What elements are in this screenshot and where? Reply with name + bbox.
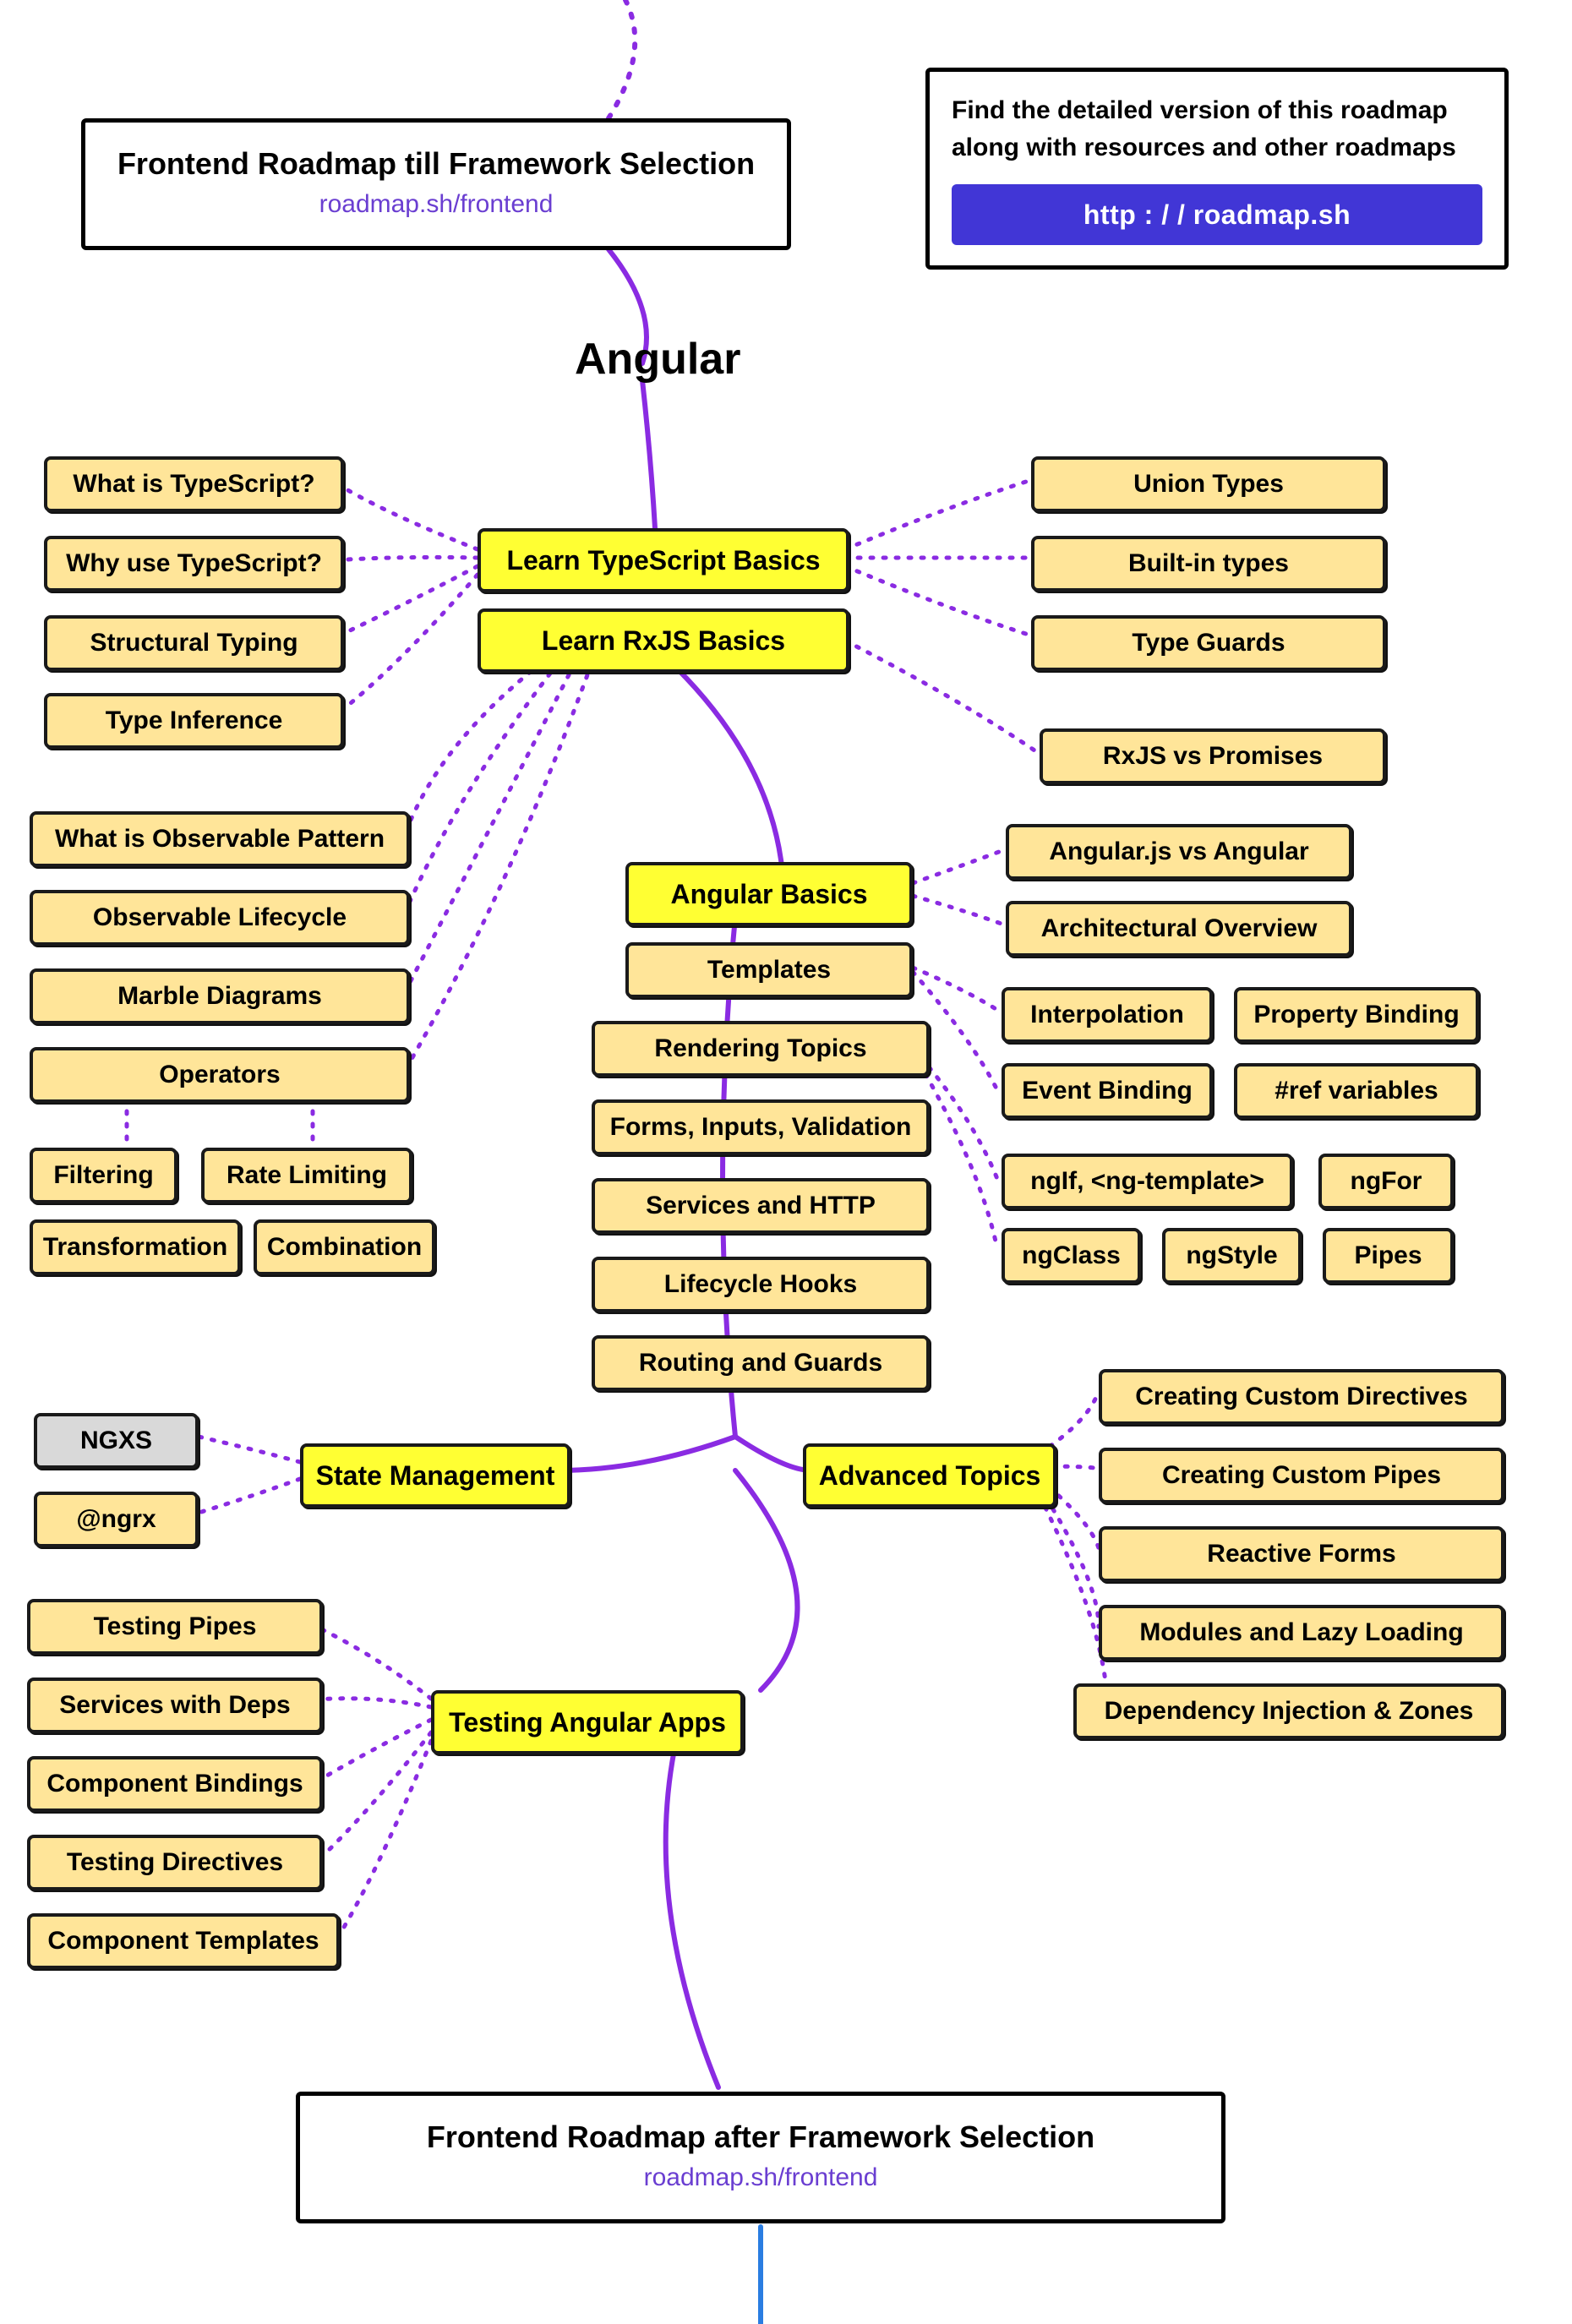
node-ng-rendering[interactable]: Rendering Topics bbox=[592, 1021, 930, 1077]
node-ng-lifecycle[interactable]: Lifecycle Hooks bbox=[592, 1257, 930, 1312]
node-ng-ngfor[interactable]: ngFor bbox=[1318, 1154, 1454, 1209]
page-title: Angular bbox=[575, 334, 740, 385]
promo-link-button[interactable]: http : / / roadmap.sh bbox=[952, 184, 1482, 245]
node-advanced[interactable]: Advanced Topics bbox=[803, 1443, 1056, 1508]
bottom-card[interactable]: Frontend Roadmap after Framework Selecti… bbox=[296, 2092, 1225, 2223]
node-ng-ngstyle[interactable]: ngStyle bbox=[1162, 1228, 1302, 1284]
node-op-combination[interactable]: Combination bbox=[254, 1219, 435, 1275]
node-test-directives[interactable]: Testing Directives bbox=[27, 1835, 323, 1890]
node-ts-union[interactable]: Union Types bbox=[1031, 456, 1386, 512]
node-ng-refvars[interactable]: #ref variables bbox=[1234, 1063, 1479, 1119]
promo-text-line2: along with resources and other roadmaps bbox=[952, 129, 1482, 166]
roadmap-stage: Frontend Roadmap till Framework Selectio… bbox=[0, 0, 1572, 2324]
node-ng-forms[interactable]: Forms, Inputs, Validation bbox=[592, 1099, 930, 1155]
node-rx-operators[interactable]: Operators bbox=[30, 1047, 410, 1103]
node-op-transform[interactable]: Transformation bbox=[30, 1219, 241, 1275]
node-ts-what[interactable]: What is TypeScript? bbox=[44, 456, 344, 512]
node-ng-arch[interactable]: Architectural Overview bbox=[1006, 901, 1352, 957]
top-card-title: Frontend Roadmap till Framework Selectio… bbox=[112, 146, 760, 182]
node-rx-marble[interactable]: Marble Diagrams bbox=[30, 968, 410, 1024]
node-ng-routing[interactable]: Routing and Guards bbox=[592, 1335, 930, 1391]
bottom-card-sub: roadmap.sh/frontend bbox=[327, 2163, 1194, 2192]
node-ng-interpolation[interactable]: Interpolation bbox=[1002, 987, 1213, 1043]
node-op-ratelimiting[interactable]: Rate Limiting bbox=[201, 1148, 412, 1203]
node-ng-ngclass[interactable]: ngClass bbox=[1002, 1228, 1141, 1284]
node-adv-modules[interactable]: Modules and Lazy Loading bbox=[1099, 1605, 1504, 1661]
node-ng-propbinding[interactable]: Property Binding bbox=[1234, 987, 1479, 1043]
node-ng-templates[interactable]: Templates bbox=[625, 942, 913, 998]
node-ts-basics[interactable]: Learn TypeScript Basics bbox=[478, 528, 849, 592]
promo-box: Find the detailed version of this roadma… bbox=[925, 68, 1509, 270]
node-adv-directives[interactable]: Creating Custom Directives bbox=[1099, 1369, 1504, 1425]
node-test-pipes[interactable]: Testing Pipes bbox=[27, 1599, 323, 1655]
node-ng-pipes[interactable]: Pipes bbox=[1323, 1228, 1454, 1284]
node-op-filtering[interactable]: Filtering bbox=[30, 1148, 177, 1203]
node-test-bindings[interactable]: Component Bindings bbox=[27, 1756, 323, 1812]
node-adv-pipes[interactable]: Creating Custom Pipes bbox=[1099, 1448, 1504, 1503]
top-card-sub: roadmap.sh/frontend bbox=[112, 190, 760, 219]
node-testing[interactable]: Testing Angular Apps bbox=[431, 1690, 744, 1754]
node-rx-basics[interactable]: Learn RxJS Basics bbox=[478, 608, 849, 673]
top-card[interactable]: Frontend Roadmap till Framework Selectio… bbox=[81, 118, 791, 250]
node-ng-ngif[interactable]: ngIf, <ng-template> bbox=[1002, 1154, 1293, 1209]
node-ng-basics[interactable]: Angular Basics bbox=[625, 862, 913, 926]
node-ts-guards[interactable]: Type Guards bbox=[1031, 615, 1386, 671]
node-test-services[interactable]: Services with Deps bbox=[27, 1678, 323, 1733]
promo-text-line1: Find the detailed version of this roadma… bbox=[952, 92, 1482, 129]
node-state[interactable]: State Management bbox=[300, 1443, 570, 1508]
node-rx-observable-pattern[interactable]: What is Observable Pattern bbox=[30, 811, 410, 867]
node-state-ngrx[interactable]: @ngrx bbox=[34, 1492, 199, 1547]
node-ts-inference[interactable]: Type Inference bbox=[44, 693, 344, 749]
node-ts-why[interactable]: Why use TypeScript? bbox=[44, 536, 344, 592]
node-ts-structural[interactable]: Structural Typing bbox=[44, 615, 344, 671]
node-ts-builtin[interactable]: Built-in types bbox=[1031, 536, 1386, 592]
bottom-card-title: Frontend Roadmap after Framework Selecti… bbox=[327, 2119, 1194, 2155]
node-ng-services[interactable]: Services and HTTP bbox=[592, 1178, 930, 1234]
node-rx-vs-promises[interactable]: RxJS vs Promises bbox=[1040, 728, 1386, 784]
node-state-ngxs[interactable]: NGXS bbox=[34, 1413, 199, 1469]
node-test-templates[interactable]: Component Templates bbox=[27, 1913, 340, 1969]
node-ng-vs-angularjs[interactable]: Angular.js vs Angular bbox=[1006, 824, 1352, 880]
node-ng-eventbinding[interactable]: Event Binding bbox=[1002, 1063, 1213, 1119]
node-adv-reactive[interactable]: Reactive Forms bbox=[1099, 1526, 1504, 1582]
node-rx-observable-life[interactable]: Observable Lifecycle bbox=[30, 890, 410, 946]
node-adv-di[interactable]: Dependency Injection & Zones bbox=[1073, 1683, 1504, 1739]
